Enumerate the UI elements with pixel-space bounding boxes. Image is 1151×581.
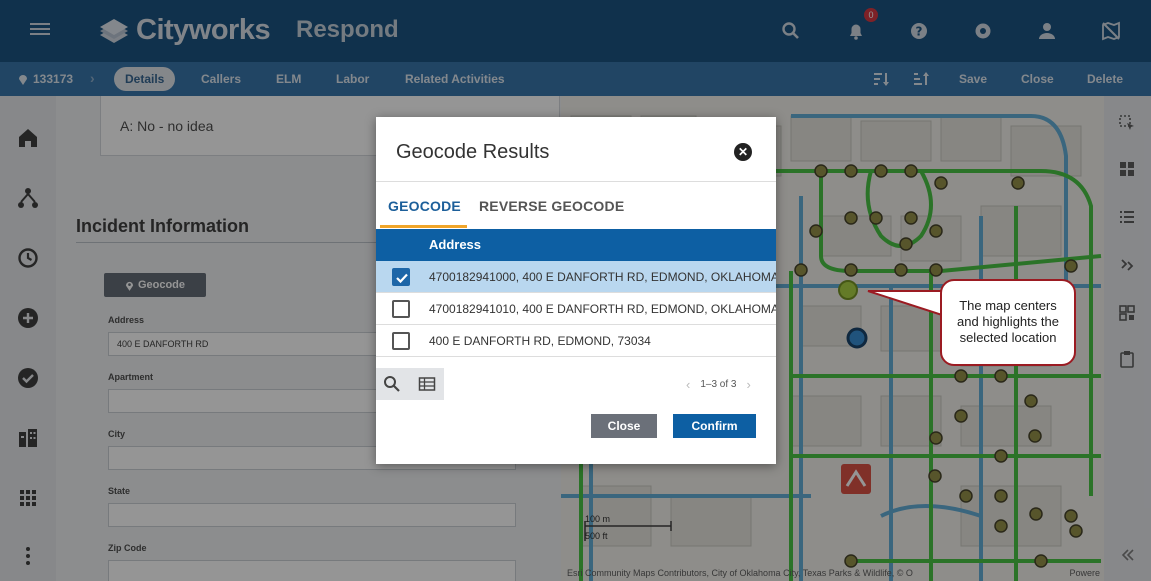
results-grid-header: Address (376, 229, 776, 261)
grid-tools (376, 368, 444, 400)
tab-geocode[interactable]: GEOCODE (388, 198, 461, 214)
page-range: 1–3 of 3 (700, 379, 737, 390)
geocode-results-dialog: Geocode Results ✕ GEOCODE REVERSE GEOCOD… (376, 117, 776, 464)
result-row[interactable]: 400 E DANFORTH RD, EDMOND, 73034 (376, 325, 776, 357)
result-row[interactable]: 4700182941010, 400 E DANFORTH RD, EDMOND… (376, 293, 776, 325)
tab-reverse-geocode[interactable]: REVERSE GEOCODE (479, 198, 624, 214)
close-button[interactable]: Close (591, 414, 657, 438)
table-icon[interactable] (418, 375, 436, 393)
row-checkbox[interactable] (392, 300, 410, 318)
chevron-left-icon[interactable]: ‹ (686, 377, 690, 392)
result-address: 4700182941010, 400 E DANFORTH RD, EDMOND… (429, 302, 776, 316)
active-tab-indicator (380, 225, 467, 228)
row-checkbox[interactable] (392, 268, 410, 286)
dialog-divider (376, 181, 776, 182)
row-checkbox[interactable] (392, 332, 410, 350)
checkmark-icon (396, 273, 408, 284)
result-row[interactable]: 4700182941000, 400 E DANFORTH RD, EDMOND… (376, 261, 776, 293)
annotation-callout: The map centers and highlights the selec… (940, 279, 1076, 366)
callout-pointer (867, 290, 945, 317)
dialog-title: Geocode Results (396, 141, 550, 163)
pagination: ‹ 1–3 of 3 › (686, 377, 751, 392)
column-header-address[interactable]: Address (429, 237, 481, 252)
close-icon[interactable]: ✕ (734, 143, 752, 161)
search-icon[interactable] (383, 375, 401, 393)
result-address: 400 E DANFORTH RD, EDMOND, 73034 (429, 334, 651, 348)
confirm-button[interactable]: Confirm (673, 414, 756, 438)
result-address: 4700182941000, 400 E DANFORTH RD, EDMOND… (429, 270, 776, 284)
chevron-right-icon[interactable]: › (747, 377, 751, 392)
